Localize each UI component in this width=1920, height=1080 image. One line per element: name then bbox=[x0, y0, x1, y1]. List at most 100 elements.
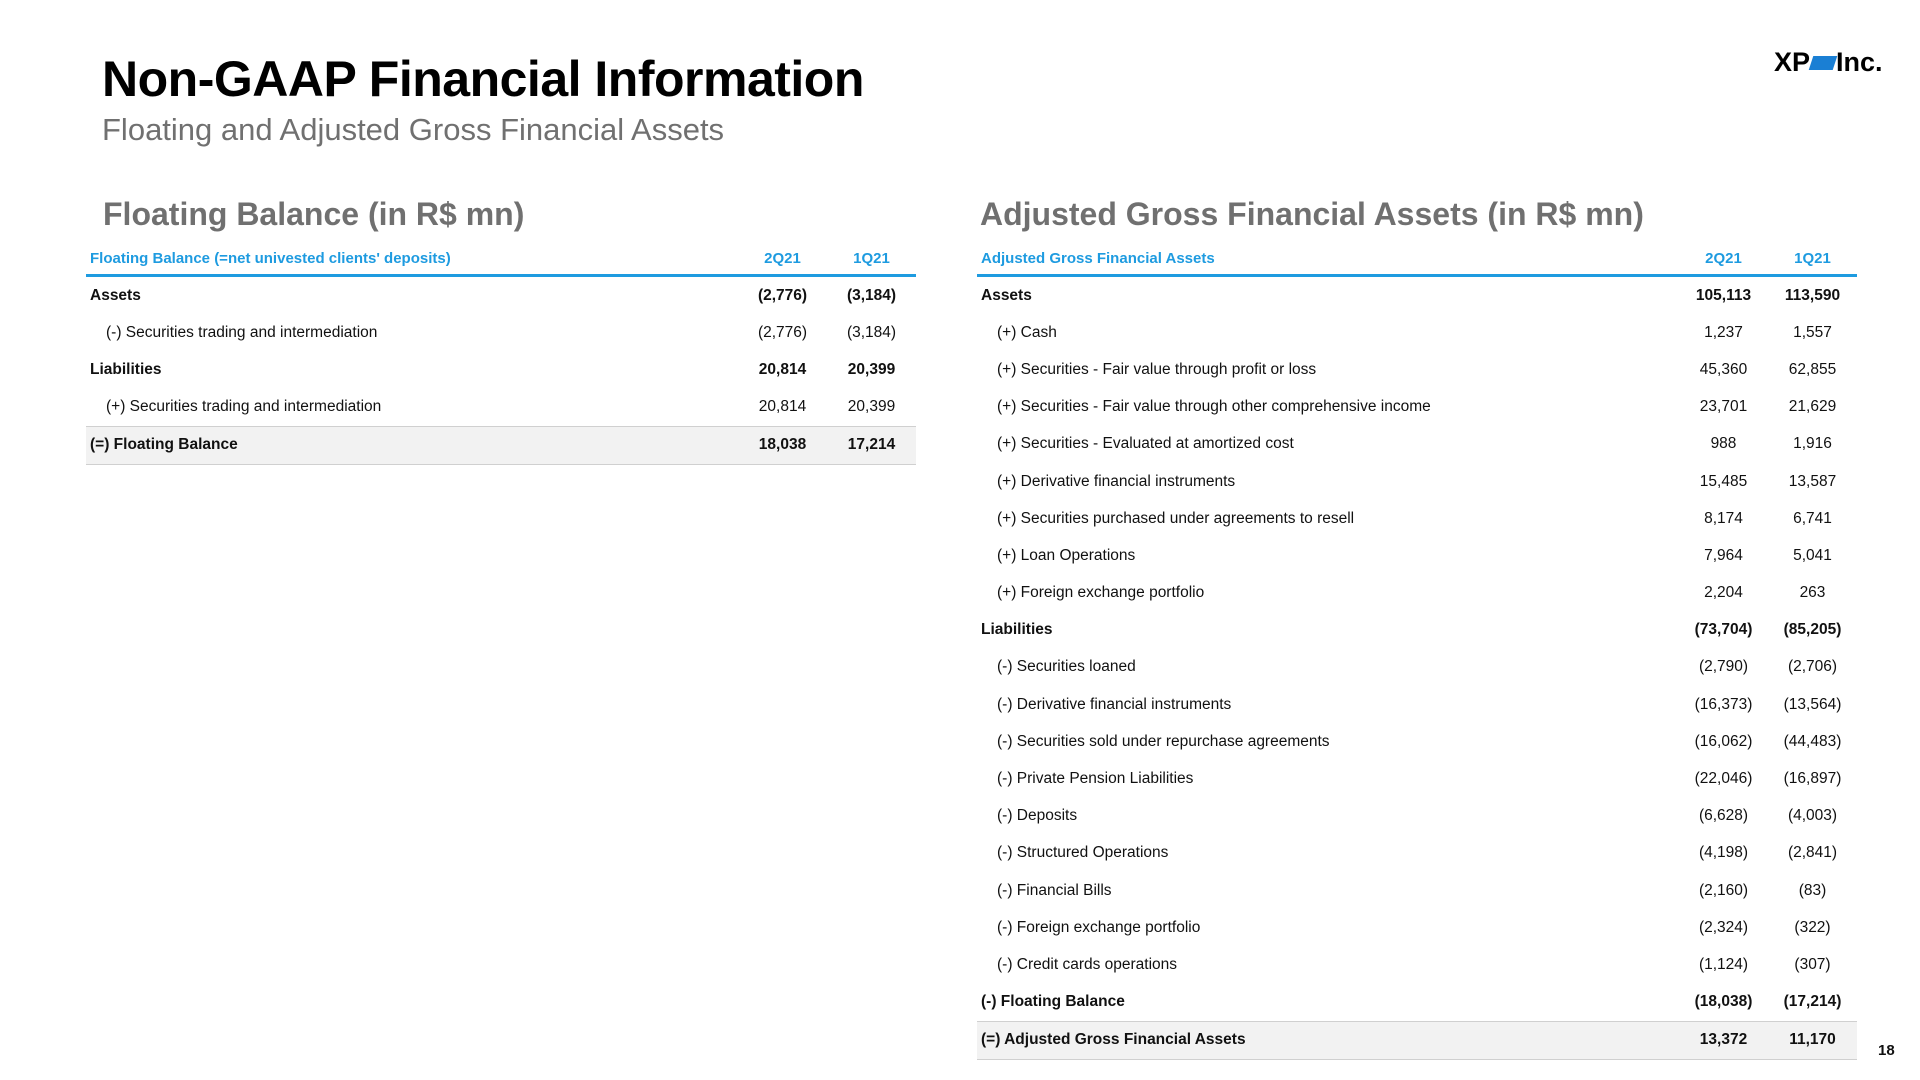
row-value-1q21: (85,205) bbox=[1783, 621, 1842, 639]
row-value-1q21: (83) bbox=[1798, 881, 1827, 899]
logo-mark-icon bbox=[1808, 55, 1838, 70]
table-row: (+) Securities - Fair value through othe… bbox=[977, 389, 1857, 426]
table-row: (-) Credit cards operations (1,124) (307… bbox=[977, 946, 1857, 983]
row-label: (-) Floating Balance bbox=[981, 993, 1125, 1011]
row-value-1q21: 6,741 bbox=[1793, 509, 1832, 527]
adjusted-gross-financial-assets-table: Adjusted Gross Financial Assets 2Q21 1Q2… bbox=[977, 242, 1857, 1060]
row-label: Liabilities bbox=[981, 621, 1053, 639]
table-row: (+) Securities trading and intermediatio… bbox=[86, 389, 916, 426]
table-total-row: (=) Floating Balance 18,038 17,214 bbox=[86, 425, 916, 465]
row-label: (-) Derivative financial instruments bbox=[997, 695, 1232, 713]
table-row: (-) Securities sold under repurchase agr… bbox=[977, 723, 1857, 760]
row-label: (+) Securities - Evaluated at amortized … bbox=[997, 435, 1294, 453]
row-value-1q21: (322) bbox=[1794, 918, 1831, 936]
row-value-1q21: (2,706) bbox=[1787, 658, 1838, 676]
row-label: (+) Derivative financial instruments bbox=[997, 472, 1236, 490]
table-total-row: (=) Adjusted Gross Financial Assets 13,3… bbox=[977, 1020, 1857, 1060]
row-label: Liabilities bbox=[90, 360, 162, 378]
table-row: (-) Derivative financial instruments (16… bbox=[977, 686, 1857, 723]
row-value-2q21: 105,113 bbox=[1695, 286, 1752, 304]
row-value-2q21: 18,038 bbox=[758, 436, 807, 454]
page-title: Non-GAAP Financial Information bbox=[102, 51, 864, 107]
row-value-2q21: (4,198) bbox=[1698, 844, 1749, 862]
table-row: (+) Derivative financial instruments 15,… bbox=[977, 463, 1857, 500]
row-value-2q21: (1,124) bbox=[1698, 955, 1749, 973]
row-value-1q21: (17,214) bbox=[1783, 993, 1842, 1011]
row-label: (=) Adjusted Gross Financial Assets bbox=[981, 1031, 1246, 1049]
logo-text-xp: XP bbox=[1774, 47, 1811, 77]
table-row: Liabilities 20,814 20,399 bbox=[86, 351, 916, 388]
row-label: (-) Securities sold under repurchase agr… bbox=[997, 732, 1330, 750]
row-value-1q21: 20,399 bbox=[847, 398, 896, 416]
row-value-2q21: (2,324) bbox=[1698, 918, 1749, 936]
row-value-2q21: (2,160) bbox=[1698, 881, 1749, 899]
floating-section-title: Floating Balance (in R$ mn) bbox=[103, 196, 525, 232]
row-value-2q21: (22,046) bbox=[1694, 770, 1753, 788]
row-value-2q21: (2,776) bbox=[757, 286, 808, 304]
table-row: (-) Private Pension Liabilities (22,046)… bbox=[977, 760, 1857, 797]
row-value-2q21: 20,814 bbox=[758, 398, 807, 416]
row-label: (-) Securities loaned bbox=[997, 658, 1136, 676]
table-row: Assets 105,113 113,590 bbox=[977, 277, 1857, 314]
table-row: (-) Deposits (6,628) (4,003) bbox=[977, 798, 1857, 835]
row-value-2q21: 23,701 bbox=[1699, 398, 1748, 416]
row-label: (-) Deposits bbox=[997, 807, 1078, 825]
table-row: (-) Securities loaned (2,790) (2,706) bbox=[977, 649, 1857, 686]
row-label: (-) Securities trading and intermediatio… bbox=[106, 323, 378, 341]
row-value-1q21: (44,483) bbox=[1783, 732, 1842, 750]
row-value-2q21: (2,776) bbox=[757, 323, 808, 341]
table-row: (+) Loan Operations 7,964 5,041 bbox=[977, 537, 1857, 574]
row-label: (+) Securities trading and intermediatio… bbox=[106, 398, 382, 416]
row-value-2q21: 13,372 bbox=[1699, 1031, 1748, 1049]
row-value-1q21: 13,587 bbox=[1788, 472, 1837, 490]
header-label: Floating Balance (=net univested clients… bbox=[90, 249, 451, 267]
row-value-2q21: (16,373) bbox=[1694, 695, 1753, 713]
row-value-1q21: 17,214 bbox=[847, 436, 896, 454]
row-value-1q21: (3,184) bbox=[846, 323, 897, 341]
row-value-2q21: 2,204 bbox=[1704, 584, 1743, 602]
table-row: (+) Cash 1,237 1,557 bbox=[977, 314, 1857, 351]
row-label: (+) Securities purchased under agreement… bbox=[997, 509, 1355, 527]
row-value-1q21: (3,184) bbox=[846, 286, 897, 304]
page-subtitle: Floating and Adjusted Gross Financial As… bbox=[102, 112, 725, 147]
row-value-2q21: 45,360 bbox=[1699, 360, 1748, 378]
page-number: 18 bbox=[1878, 1042, 1895, 1059]
row-label: (=) Floating Balance bbox=[90, 436, 238, 454]
table-header: Floating Balance (=net univested clients… bbox=[86, 242, 916, 277]
row-label: (+) Securities - Fair value through othe… bbox=[997, 398, 1431, 416]
row-value-1q21: (307) bbox=[1794, 955, 1831, 973]
row-value-1q21: 263 bbox=[1799, 584, 1826, 602]
row-label: (+) Securities - Fair value through prof… bbox=[997, 360, 1317, 378]
table-row: (-) Securities trading and intermediatio… bbox=[86, 314, 916, 351]
table-row: (-) Floating Balance (18,038) (17,214) bbox=[977, 984, 1857, 1021]
row-label: Assets bbox=[981, 286, 1032, 304]
row-value-2q21: 8,174 bbox=[1704, 509, 1743, 527]
table-row: Assets (2,776) (3,184) bbox=[86, 277, 916, 314]
table-row: (+) Securities - Evaluated at amortized … bbox=[977, 426, 1857, 463]
row-value-2q21: 988 bbox=[1710, 435, 1737, 453]
table-header: Adjusted Gross Financial Assets 2Q21 1Q2… bbox=[977, 242, 1857, 277]
row-value-1q21: 11,170 bbox=[1789, 1031, 1836, 1049]
header-col-1q21: 1Q21 bbox=[853, 249, 890, 267]
table-row: (-) Foreign exchange portfolio (2,324) (… bbox=[977, 909, 1857, 946]
row-label: (-) Foreign exchange portfolio bbox=[997, 918, 1201, 936]
row-label: (+) Foreign exchange portfolio bbox=[997, 584, 1205, 602]
company-logo: XP Inc. bbox=[1774, 47, 1883, 78]
table-row: (+) Foreign exchange portfolio 2,204 263 bbox=[977, 575, 1857, 612]
row-value-2q21: (73,704) bbox=[1694, 621, 1753, 639]
row-label: Assets bbox=[90, 286, 141, 304]
row-value-1q21: 5,041 bbox=[1793, 546, 1832, 564]
table-row: (-) Structured Operations (4,198) (2,841… bbox=[977, 835, 1857, 872]
row-value-1q21: (13,564) bbox=[1783, 695, 1842, 713]
floating-balance-table: Floating Balance (=net univested clients… bbox=[86, 242, 916, 465]
row-label: (+) Cash bbox=[997, 323, 1057, 341]
header-col-1q21: 1Q21 bbox=[1794, 249, 1831, 267]
row-value-2q21: (18,038) bbox=[1694, 993, 1753, 1011]
row-value-1q21: 21,629 bbox=[1788, 398, 1837, 416]
row-label: (+) Loan Operations bbox=[997, 546, 1136, 564]
row-label: (-) Private Pension Liabilities bbox=[997, 770, 1194, 788]
row-value-2q21: 20,814 bbox=[758, 360, 807, 378]
row-value-1q21: 20,399 bbox=[847, 360, 896, 378]
row-value-2q21: (2,790) bbox=[1698, 658, 1749, 676]
row-label: (-) Structured Operations bbox=[997, 844, 1169, 862]
